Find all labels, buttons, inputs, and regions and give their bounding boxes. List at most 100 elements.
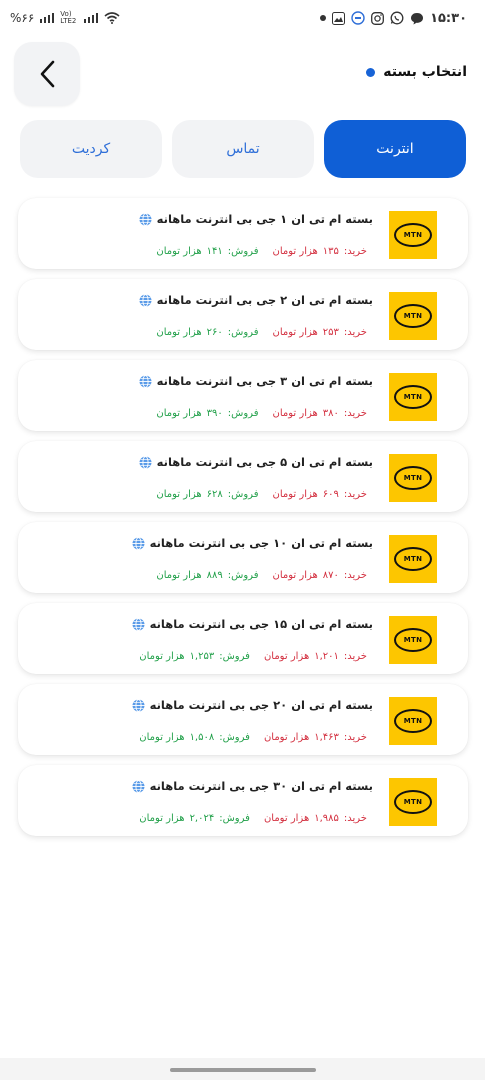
buy-label: خرید: [343, 246, 367, 257]
buy-label: خرید: [343, 408, 367, 419]
package-title: بسته ام تی ان ۳۰ جی بی انترنت ماهانه [132, 779, 373, 793]
sell-currency: هزار تومان [156, 327, 202, 338]
sell-currency: هزار تومان [139, 732, 185, 743]
sell-value: ۱۴۱ [206, 246, 223, 257]
category-tabs: کردیت تماس انترنت [20, 120, 466, 178]
package-title: بسته ام تی ان ۱ جی بی انترنت ماهانه [139, 212, 373, 226]
sell-value: ۱,۲۵۳ [189, 651, 215, 662]
buy-label: خرید: [343, 489, 367, 500]
globe-icon [132, 779, 145, 793]
instagram-icon [371, 11, 385, 25]
sell-value: ۲,۰۲۴ [189, 813, 215, 824]
mtn-logo: MTN [389, 778, 437, 826]
sell-label: فروش: [219, 813, 250, 824]
package-card-1[interactable]: MTN بسته ام تی ان ۱ جی بی انترنت ماهانه … [18, 198, 468, 269]
buy-value: ۱,۲۰۱ [314, 651, 339, 662]
sell-label: فروش: [219, 732, 250, 743]
sell-price: فروش: ۶۲۸ هزار تومان [156, 489, 258, 500]
buy-label: خرید: [343, 327, 367, 338]
mtn-logo-text: MTN [394, 304, 432, 328]
buy-value: ۱,۹۸۵ [314, 813, 339, 824]
package-prices: خرید: ۸۷۰ هزار تومان فروش: ۸۸۹ هزار توما… [156, 570, 367, 581]
mtn-logo-text: MTN [394, 790, 432, 814]
package-card-6[interactable]: MTN بسته ام تی ان ۱۵ جی بی انترنت ماهانه… [18, 603, 468, 674]
signal-icon [40, 13, 55, 23]
sell-price: فروش: ۱۴۱ هزار تومان [156, 246, 258, 257]
back-button[interactable] [14, 42, 80, 106]
package-card-4[interactable]: MTN بسته ام تی ان ۵ جی بی انترنت ماهانه … [18, 441, 468, 512]
sell-label: فروش: [227, 408, 259, 419]
buy-value: ۲۵۳ [322, 327, 339, 338]
globe-icon [139, 212, 152, 226]
buy-label: خرید: [343, 570, 367, 581]
package-title: بسته ام تی ان ۱۵ جی بی انترنت ماهانه [132, 617, 373, 631]
package-title: بسته ام تی ان ۳ جی بی انترنت ماهانه [139, 374, 373, 388]
sell-value: ۱,۵۰۸ [189, 732, 215, 743]
navigation-bar [0, 1058, 485, 1080]
package-card-7[interactable]: MTN بسته ام تی ان ۲۰ جی بی انترنت ماهانه… [18, 684, 468, 755]
mtn-logo: MTN [389, 616, 437, 664]
package-title-text: بسته ام تی ان ۱۰ جی بی انترنت ماهانه [149, 536, 373, 550]
package-title: بسته ام تی ان ۵ جی بی انترنت ماهانه [139, 455, 373, 469]
buy-price: خرید: ۱۳۵ هزار تومان [272, 246, 367, 257]
buy-price: خرید: ۱,۴۶۳ هزار تومان [264, 732, 367, 743]
globe-icon [132, 617, 145, 631]
page-title-text: انتخاب بسته [383, 64, 467, 80]
sell-label: فروش: [227, 489, 259, 500]
package-title-text: بسته ام تی ان ۳۰ جی بی انترنت ماهانه [149, 779, 373, 793]
battery-level: %۶۶ [10, 11, 35, 25]
package-prices: خرید: ۱,۴۶۳ هزار تومان فروش: ۱,۵۰۸ هزار … [139, 732, 367, 743]
package-card-8[interactable]: MTN بسته ام تی ان ۳۰ جی بی انترنت ماهانه… [18, 765, 468, 836]
sell-label: فروش: [227, 570, 259, 581]
buy-currency: هزار تومان [263, 651, 310, 662]
buy-price: خرید: ۲۵۳ هزار تومان [272, 327, 367, 338]
buy-price: خرید: ۱,۹۸۵ هزار تومان [264, 813, 367, 824]
buy-label: خرید: [343, 651, 367, 662]
tab-call[interactable]: تماس [172, 120, 314, 178]
package-card-5[interactable]: MTN بسته ام تی ان ۱۰ جی بی انترنت ماهانه… [18, 522, 468, 593]
mtn-logo: MTN [389, 211, 437, 259]
status-left: %۶۶ Vo) LTE2 [10, 11, 120, 25]
mtn-logo: MTN [389, 292, 437, 340]
tab-credit[interactable]: کردیت [20, 120, 162, 178]
app-badge-icon [351, 11, 365, 25]
buy-value: ۱,۴۶۳ [314, 732, 339, 743]
tab-internet[interactable]: انترنت [324, 120, 466, 178]
package-prices: خرید: ۳۸۰ هزار تومان فروش: ۳۹۰ هزار توما… [156, 408, 367, 419]
network-label: Vo) LTE2 [60, 10, 77, 25]
package-card-3[interactable]: MTN بسته ام تی ان ۳ جی بی انترنت ماهانه … [18, 360, 468, 431]
header: انتخاب بسته [0, 42, 485, 108]
buy-value: ۸۷۰ [322, 570, 339, 581]
package-title: بسته ام تی ان ۲ جی بی انترنت ماهانه [139, 293, 373, 307]
package-prices: خرید: ۶۰۹ هزار تومان فروش: ۶۲۸ هزار توما… [156, 489, 367, 500]
buy-currency: هزار تومان [272, 408, 318, 419]
package-card-2[interactable]: MTN بسته ام تی ان ۲ جی بی انترنت ماهانه … [18, 279, 468, 350]
buy-price: خرید: ۳۸۰ هزار تومان [272, 408, 367, 419]
mtn-logo: MTN [389, 535, 437, 583]
home-indicator[interactable] [170, 1068, 316, 1072]
sell-price: فروش: ۳۹۰ هزار تومان [156, 408, 258, 419]
mtn-logo: MTN [389, 697, 437, 745]
package-title-text: بسته ام تی ان ۵ جی بی انترنت ماهانه [156, 455, 373, 469]
package-title-text: بسته ام تی ان ۲ جی بی انترنت ماهانه [156, 293, 373, 307]
globe-icon [132, 698, 145, 712]
globe-icon [139, 374, 152, 388]
sell-currency: هزار تومان [156, 408, 202, 419]
buy-label: خرید: [343, 813, 367, 824]
sell-currency: هزار تومان [156, 246, 202, 257]
sell-value: ۳۹۰ [206, 408, 223, 419]
mtn-logo-text: MTN [394, 709, 432, 733]
clock: ۱۵:۳۰ [430, 10, 467, 26]
buy-currency: هزار تومان [263, 732, 310, 743]
sell-price: فروش: ۱,۲۵۳ هزار تومان [139, 651, 250, 662]
globe-icon [132, 536, 145, 550]
page-title: انتخاب بسته [366, 64, 467, 80]
package-title: بسته ام تی ان ۱۰ جی بی انترنت ماهانه [132, 536, 373, 550]
buy-label: خرید: [343, 732, 367, 743]
buy-value: ۶۰۹ [322, 489, 339, 500]
mtn-logo-text: MTN [394, 547, 432, 571]
package-title-text: بسته ام تی ان ۱۵ جی بی انترنت ماهانه [149, 617, 373, 631]
package-prices: خرید: ۱۳۵ هزار تومان فروش: ۱۴۱ هزار توما… [156, 246, 367, 257]
package-prices: خرید: ۲۵۳ هزار تومان فروش: ۲۶۰ هزار توما… [156, 327, 367, 338]
sell-price: فروش: ۸۸۹ هزار تومان [156, 570, 258, 581]
